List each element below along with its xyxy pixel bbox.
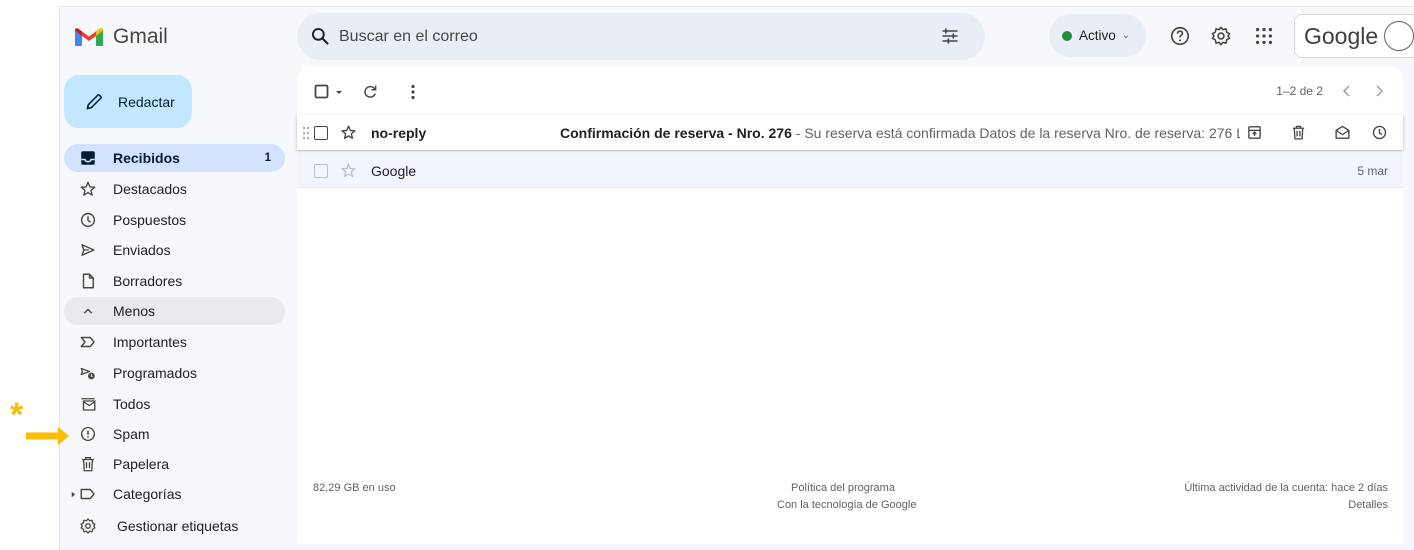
avatar[interactable]: [1384, 21, 1414, 51]
mark-read-icon[interactable]: [1334, 124, 1351, 141]
sidebar-item-spam[interactable]: Spam: [64, 420, 285, 448]
prev-page-icon[interactable]: [1339, 83, 1355, 99]
powered-by-text: Con la tecnología de Google: [777, 499, 917, 511]
inbox-icon: [81, 151, 95, 165]
sidebar-item-label: Programados: [113, 365, 198, 381]
email-sender: no-reply: [371, 125, 427, 141]
chevron-up-icon: [83, 308, 93, 314]
app-name: Gmail: [113, 25, 168, 48]
trash-icon: [82, 456, 94, 472]
sidebar-item-recibidos[interactable]: Recibidos 1: [64, 144, 285, 172]
apps-grid-icon[interactable]: [1253, 25, 1275, 47]
archive-icon[interactable]: [1246, 124, 1263, 141]
more-options-icon[interactable]: [409, 83, 417, 101]
search-icon[interactable]: [310, 26, 330, 46]
sidebar-item-label: Recibidos: [113, 150, 180, 166]
annotation-arrow-icon: [26, 427, 69, 445]
snooze-clock-icon[interactable]: [1371, 124, 1388, 141]
clock-icon: [80, 212, 96, 228]
sidebar-item-destacados[interactable]: Destacados: [64, 175, 285, 203]
sidebar-item-todos[interactable]: Todos: [64, 390, 285, 418]
sidebar-item-label: Papelera: [113, 456, 170, 472]
label-icon: [80, 488, 95, 500]
unread-count: 1: [264, 152, 271, 164]
gmail-logo[interactable]: Gmail: [74, 25, 168, 49]
email-row[interactable]: Google 5 mar: [297, 153, 1403, 188]
sidebar-item-label: Borradores: [113, 273, 183, 289]
sidebar-item-label: Todos: [113, 396, 151, 412]
email-subject: Confirmación de reserva - Nro. 276: [560, 125, 792, 141]
email-checkbox[interactable]: [314, 164, 328, 178]
drag-handle-icon[interactable]: [302, 126, 310, 140]
star-icon[interactable]: [340, 162, 357, 179]
details-link[interactable]: Detalles: [1348, 499, 1388, 511]
email-checkbox[interactable]: [314, 126, 328, 140]
sidebar-item-label: Enviados: [113, 242, 171, 258]
status-dot: [1062, 30, 1072, 41]
select-all-checkbox[interactable]: [314, 83, 332, 101]
email-subject-line: Confirmación de reserva - Nro. 276 - Su …: [560, 125, 1240, 141]
important-icon: [80, 336, 95, 348]
status-selector[interactable]: Activo ⌄: [1049, 14, 1146, 57]
sidebar-item-categorias[interactable]: Categorías: [64, 480, 285, 508]
spam-icon: [80, 426, 96, 442]
star-icon[interactable]: [340, 124, 357, 141]
draft-icon: [82, 273, 94, 289]
email-row[interactable]: no-reply Confirmación de reserva - Nro. …: [297, 115, 1403, 150]
sidebar-item-label: Categorías: [113, 486, 182, 502]
sidebar-item-label: Pospuestos: [113, 212, 187, 228]
email-date: 5 mar: [1357, 164, 1388, 178]
next-page-icon[interactable]: [1371, 83, 1387, 99]
google-wordmark: Google: [1304, 22, 1379, 49]
message-list-panel: 1–2 de 2 no-reply Confirmación de reserv…: [297, 66, 1403, 544]
trash-icon[interactable]: [1290, 124, 1307, 141]
last-activity-text: Última actividad de la cuenta: hace 2 dí…: [1184, 482, 1388, 494]
sidebar-item-enviados[interactable]: Enviados: [64, 236, 285, 264]
settings-gear-icon: [80, 518, 96, 534]
email-snippet: - Su reserva está confirmada Datos de la…: [791, 125, 1240, 141]
refresh-icon[interactable]: [361, 83, 379, 101]
search-input[interactable]: [339, 25, 899, 49]
pager-range: 1–2 de 2: [1276, 84, 1323, 98]
sidebar-item-label: Gestionar etiquetas: [117, 518, 239, 534]
all-mail-icon: [81, 398, 96, 411]
status-label: Activo: [1079, 28, 1116, 43]
storage-usage: 82,29 GB en uso: [313, 482, 396, 494]
scheduled-icon: [80, 367, 95, 380]
expand-arrow-icon[interactable]: [70, 491, 77, 498]
sidebar-item-label: Menos: [113, 303, 156, 319]
gmail-m-icon: [75, 28, 103, 46]
sidebar-item-gestionar-etiquetas[interactable]: Gestionar etiquetas: [64, 512, 285, 540]
send-icon: [81, 244, 95, 256]
sidebar-item-programados[interactable]: Programados: [64, 359, 285, 387]
sidebar-item-label: Destacados: [113, 181, 187, 197]
sidebar-item-papelera[interactable]: Papelera: [64, 450, 285, 478]
sidebar-item-label: Spam: [113, 426, 150, 442]
compose-label: Redactar: [118, 93, 175, 110]
sidebar-item-label: Importantes: [113, 334, 187, 350]
sidebar-item-importantes[interactable]: Importantes: [64, 328, 285, 356]
star-icon: [80, 181, 96, 196]
program-policy-link[interactable]: Política del programa: [791, 482, 895, 494]
sidebar-item-menos[interactable]: Menos: [64, 297, 285, 325]
search-options-icon[interactable]: [940, 26, 960, 46]
chevron-down-icon[interactable]: [334, 83, 344, 101]
settings-gear-icon[interactable]: [1210, 25, 1232, 47]
pencil-icon: [86, 93, 102, 109]
account-switcher[interactable]: Google: [1294, 14, 1414, 58]
sidebar-item-borradores[interactable]: Borradores: [64, 267, 285, 295]
compose-button[interactable]: Redactar: [64, 75, 192, 128]
chevron-down-icon: ⌄: [1121, 30, 1131, 41]
help-icon[interactable]: [1169, 25, 1191, 47]
email-sender: Google: [371, 163, 417, 179]
annotation-asterisk: *: [10, 396, 24, 434]
sidebar-item-pospuestos[interactable]: Pospuestos: [64, 206, 285, 234]
search-bar[interactable]: [297, 13, 985, 60]
